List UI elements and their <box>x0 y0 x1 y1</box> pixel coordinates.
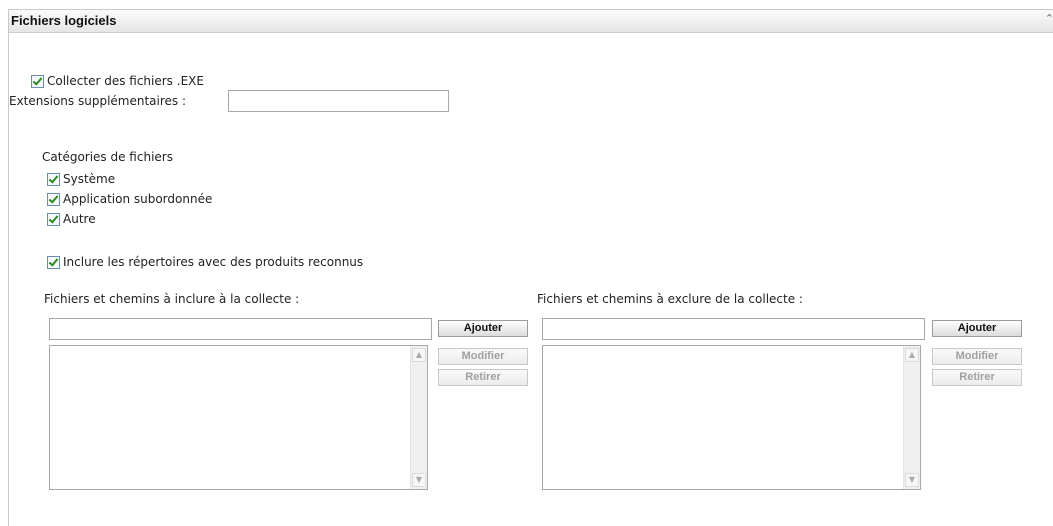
exclude-list-scrollbar[interactable]: ▲ ▼ <box>903 346 920 489</box>
category-subordinate-label: Application subordonnée <box>63 192 213 206</box>
exclude-remove-button[interactable]: Retirer <box>932 369 1022 386</box>
collapse-icon[interactable]: ⌃ <box>1045 12 1053 25</box>
scroll-down-icon[interactable]: ▼ <box>412 473 426 487</box>
category-other-row[interactable]: Autre <box>47 212 96 226</box>
scroll-up-icon[interactable]: ▲ <box>905 348 919 362</box>
include-list-scrollbar[interactable]: ▲ ▼ <box>410 346 427 489</box>
include-path-input[interactable] <box>49 318 432 340</box>
collect-exe-row[interactable]: Collecter des fichiers .EXE <box>31 74 204 88</box>
categories-heading-row: Catégories de fichiers <box>42 150 173 164</box>
exclude-modify-button[interactable]: Modifier <box>932 348 1022 365</box>
category-system-label: Système <box>63 172 116 186</box>
panel-title: Fichiers logiciels <box>11 13 117 28</box>
include-add-button[interactable]: Ajouter <box>438 320 528 337</box>
exclude-section-heading-row: Fichiers et chemins à exclure de la coll… <box>537 292 803 306</box>
category-system-checkbox[interactable] <box>47 172 60 186</box>
include-modify-button[interactable]: Modifier <box>438 348 528 365</box>
include-dirs-row[interactable]: Inclure les répertoires avec des produit… <box>47 255 363 269</box>
panel-header: Fichiers logiciels ⌃ <box>9 10 1053 33</box>
exclude-section-label: Fichiers et chemins à exclure de la coll… <box>537 292 803 306</box>
scroll-up-icon[interactable]: ▲ <box>412 348 426 362</box>
collect-exe-checkbox[interactable] <box>31 74 44 88</box>
exclude-path-input[interactable] <box>542 318 925 340</box>
category-subordinate-row[interactable]: Application subordonnée <box>47 192 212 206</box>
category-other-label: Autre <box>63 212 96 226</box>
extensions-label: Extensions supplémentaires : <box>9 94 187 108</box>
scroll-down-icon[interactable]: ▼ <box>905 473 919 487</box>
category-subordinate-checkbox[interactable] <box>47 192 60 206</box>
include-section-label: Fichiers et chemins à inclure à la colle… <box>44 292 300 306</box>
include-section-heading-row: Fichiers et chemins à inclure à la colle… <box>44 292 299 306</box>
collect-exe-label: Collecter des fichiers .EXE <box>47 74 204 88</box>
category-other-checkbox[interactable] <box>47 212 60 226</box>
exclude-paths-list[interactable]: ▲ ▼ <box>542 345 921 490</box>
exclude-add-button[interactable]: Ajouter <box>932 320 1022 337</box>
categories-heading: Catégories de fichiers <box>42 150 173 164</box>
include-remove-button[interactable]: Retirer <box>438 369 528 386</box>
extensions-input[interactable] <box>228 90 449 112</box>
include-paths-list[interactable]: ▲ ▼ <box>49 345 428 490</box>
category-system-row[interactable]: Système <box>47 172 115 186</box>
include-dirs-checkbox[interactable] <box>47 255 60 269</box>
extensions-row: Extensions supplémentaires : <box>9 94 186 108</box>
include-dirs-label: Inclure les répertoires avec des produit… <box>63 255 364 269</box>
